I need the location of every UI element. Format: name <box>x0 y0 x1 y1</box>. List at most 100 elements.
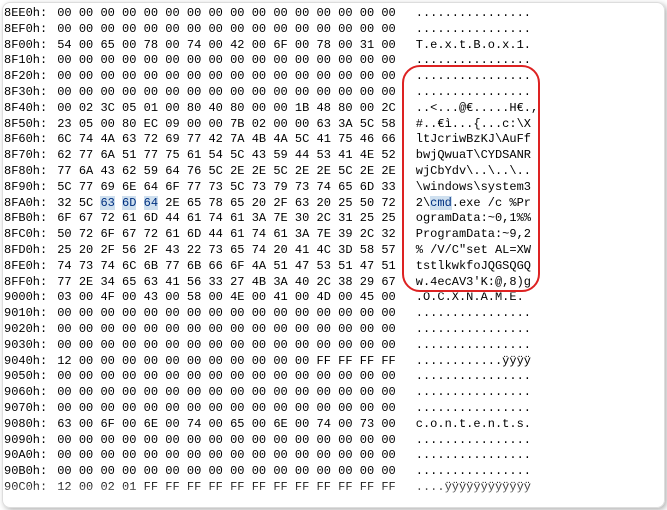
hex-dump-table: 8EE0h:00 00 00 00 00 00 00 00 00 00 00 0… <box>4 6 538 496</box>
ascii-cell[interactable]: ogramData:~0,1%% <box>408 211 538 227</box>
ascii-cell[interactable]: #..€ì...{...c:\X <box>408 117 538 133</box>
offset-cell: 8EF0h: <box>4 22 57 38</box>
ascii-cell[interactable]: bwjQwuaT\CYDSANR <box>408 148 538 164</box>
bytes-cell[interactable]: 50 72 6F 67 72 61 6D 44 61 74 61 3A 7E 3… <box>57 227 408 243</box>
bytes-cell[interactable]: 32 5C 63 6D 64 2E 65 78 65 20 2F 63 20 2… <box>57 196 408 212</box>
ascii-cell[interactable]: ................ <box>408 6 538 22</box>
bytes-cell[interactable]: 54 00 65 00 78 00 74 00 42 00 6F 00 78 0… <box>57 38 408 54</box>
ascii-cell[interactable]: ProgramData:~9,2 <box>408 227 538 243</box>
hex-row: 9030h:00 00 00 00 00 00 00 00 00 00 00 0… <box>4 338 538 354</box>
bytes-cell[interactable]: 5C 77 69 6E 64 6F 77 73 5C 73 79 73 74 6… <box>57 180 408 196</box>
hex-row: 8FB0h:6F 67 72 61 6D 44 61 74 61 3A 7E 3… <box>4 211 538 227</box>
hex-row: 9090h:00 00 00 00 00 00 00 00 00 00 00 0… <box>4 433 538 449</box>
ascii-cell[interactable]: ................ <box>408 306 538 322</box>
bytes-cell[interactable]: 23 05 00 80 EC 09 00 00 7B 02 00 00 63 3… <box>57 117 408 133</box>
ascii-cell[interactable]: ..<...@€.....H€., <box>408 101 538 117</box>
offset-cell: 9010h: <box>4 306 57 322</box>
offset-cell: 8FE0h: <box>4 259 57 275</box>
offset-cell: 8EE0h: <box>4 6 57 22</box>
offset-cell: 8F10h: <box>4 53 57 69</box>
fade-right <box>637 0 667 510</box>
bytes-cell[interactable]: 00 00 00 00 00 00 00 00 00 00 00 00 00 0… <box>57 433 408 449</box>
ascii-cell[interactable]: ................ <box>408 22 538 38</box>
bytes-cell[interactable]: 6F 67 72 61 6D 44 61 74 61 3A 7E 30 2C 3… <box>57 211 408 227</box>
ascii-cell[interactable]: tstlkwkfoJQGSQGQ <box>408 259 538 275</box>
ascii-cell[interactable]: ................ <box>408 338 538 354</box>
hex-row: 9040h:12 00 00 00 00 00 00 00 00 00 00 0… <box>4 354 538 370</box>
hex-row: 9000h:03 00 4F 00 43 00 58 00 4E 00 41 0… <box>4 290 538 306</box>
bytes-cell[interactable]: 00 00 00 00 00 00 00 00 00 00 00 00 00 0… <box>57 369 408 385</box>
ascii-cell[interactable]: ................ <box>408 448 538 464</box>
bytes-cell[interactable]: 00 00 00 00 00 00 00 00 00 00 00 00 00 0… <box>57 6 408 22</box>
ascii-cell[interactable]: w.4ecAV3'K:@,8)g <box>408 275 538 291</box>
ascii-cell[interactable]: ................ <box>408 69 538 85</box>
bytes-cell[interactable]: 25 20 2F 56 2F 43 22 73 65 74 20 41 4C 3… <box>57 243 408 259</box>
hex-row: 8EF0h:00 00 00 00 00 00 00 00 00 00 00 0… <box>4 22 538 38</box>
offset-cell: 90B0h: <box>4 464 57 480</box>
hex-row: 8F20h:00 00 00 00 00 00 00 00 00 00 00 0… <box>4 69 538 85</box>
bytes-cell[interactable]: 00 00 00 00 00 00 00 00 00 00 00 00 00 0… <box>57 322 408 338</box>
hex-row: 8F40h:00 02 3C 05 01 00 80 40 80 00 00 1… <box>4 101 538 117</box>
bytes-cell[interactable]: 00 00 00 00 00 00 00 00 00 00 00 00 00 0… <box>57 69 408 85</box>
ascii-cell[interactable]: ................ <box>408 464 538 480</box>
ascii-cell[interactable]: ................ <box>408 401 538 417</box>
offset-cell: 8FC0h: <box>4 227 57 243</box>
ascii-cell[interactable]: % /V/C"set AL=XW <box>408 243 538 259</box>
offset-cell: 8F90h: <box>4 180 57 196</box>
bytes-cell[interactable]: 00 00 00 00 00 00 00 00 00 00 00 00 00 0… <box>57 306 408 322</box>
hex-row: 8F60h:6C 74 4A 63 72 69 77 42 7A 4B 4A 5… <box>4 132 538 148</box>
ascii-cell[interactable]: \windows\system3 <box>408 180 538 196</box>
offset-cell: 9020h: <box>4 322 57 338</box>
bytes-cell[interactable]: 00 02 3C 05 01 00 80 40 80 00 00 1B 48 8… <box>57 101 408 117</box>
ascii-cell[interactable]: 2\cmd.exe /c %Pr <box>408 196 538 212</box>
hex-row: 8F90h:5C 77 69 6E 64 6F 77 73 5C 73 79 7… <box>4 180 538 196</box>
hex-row: 8F70h:62 77 6A 51 77 75 61 54 5C 43 59 4… <box>4 148 538 164</box>
hex-row: 9070h:00 00 00 00 00 00 00 00 00 00 00 0… <box>4 401 538 417</box>
bytes-cell[interactable]: 77 2E 34 65 63 41 56 33 27 4B 3A 40 2C 3… <box>57 275 408 291</box>
bytes-cell[interactable]: 12 00 00 00 00 00 00 00 00 00 00 00 FF F… <box>57 354 408 370</box>
bytes-cell[interactable]: 00 00 00 00 00 00 00 00 00 00 00 00 00 0… <box>57 385 408 401</box>
offset-cell: 9030h: <box>4 338 57 354</box>
bytes-cell[interactable]: 00 00 00 00 00 00 00 00 00 00 00 00 00 0… <box>57 448 408 464</box>
offset-cell: 8F70h: <box>4 148 57 164</box>
bytes-cell[interactable]: 00 00 00 00 00 00 00 00 00 00 00 00 00 0… <box>57 53 408 69</box>
ascii-cell[interactable]: c.o.n.t.e.n.t.s. <box>408 417 538 433</box>
bytes-cell[interactable]: 00 00 00 00 00 00 00 00 00 00 00 00 00 0… <box>57 22 408 38</box>
bytes-cell[interactable]: 03 00 4F 00 43 00 58 00 4E 00 41 00 4D 0… <box>57 290 408 306</box>
bytes-cell[interactable]: 77 6A 43 62 59 64 76 5C 2E 2E 5C 2E 2E 5… <box>57 164 408 180</box>
hex-row: 8FE0h:74 73 74 6C 6B 77 6B 66 6F 4A 51 4… <box>4 259 538 275</box>
hex-row: 90C0h:12 00 02 01 FF FF FF FF FF FF FF F… <box>4 480 538 496</box>
ascii-cell[interactable]: ................ <box>408 322 538 338</box>
bytes-cell[interactable]: 00 00 00 00 00 00 00 00 00 00 00 00 00 0… <box>57 85 408 101</box>
ascii-cell[interactable]: ltJcriwBzKJ\AuFf <box>408 132 538 148</box>
ascii-cell[interactable]: ............ÿÿÿÿ <box>408 354 538 370</box>
ascii-cell[interactable]: ................ <box>408 85 538 101</box>
ascii-cell[interactable]: ................ <box>408 433 538 449</box>
ascii-cell[interactable]: ................ <box>408 53 538 69</box>
bytes-cell[interactable]: 6C 74 4A 63 72 69 77 42 7A 4B 4A 5C 41 7… <box>57 132 408 148</box>
offset-cell: 8F40h: <box>4 101 57 117</box>
ascii-cell[interactable]: .O.C.X.N.A.M.E. <box>408 290 538 306</box>
bytes-cell[interactable]: 00 00 00 00 00 00 00 00 00 00 00 00 00 0… <box>57 401 408 417</box>
ascii-cell[interactable]: ................ <box>408 385 538 401</box>
bytes-cell[interactable]: 12 00 02 01 FF FF FF FF FF FF FF FF FF F… <box>57 480 408 496</box>
ascii-cell[interactable]: wjCbYdv\..\..\.. <box>408 164 538 180</box>
hex-row: 8FF0h:77 2E 34 65 63 41 56 33 27 4B 3A 4… <box>4 275 538 291</box>
hex-row: 9060h:00 00 00 00 00 00 00 00 00 00 00 0… <box>4 385 538 401</box>
bytes-cell[interactable]: 74 73 74 6C 6B 77 6B 66 6F 4A 51 47 53 5… <box>57 259 408 275</box>
bytes-cell[interactable]: 00 00 00 00 00 00 00 00 00 00 00 00 00 0… <box>57 464 408 480</box>
offset-cell: 9080h: <box>4 417 57 433</box>
offset-cell: 9000h: <box>4 290 57 306</box>
bytes-cell[interactable]: 62 77 6A 51 77 75 61 54 5C 43 59 44 53 4… <box>57 148 408 164</box>
ascii-cell[interactable]: T.e.x.t.B.o.x.1. <box>408 38 538 54</box>
hex-row: 90B0h:00 00 00 00 00 00 00 00 00 00 00 0… <box>4 464 538 480</box>
offset-cell: 8F30h: <box>4 85 57 101</box>
offset-cell: 90A0h: <box>4 448 57 464</box>
bytes-cell[interactable]: 63 00 6F 00 6E 00 74 00 65 00 6E 00 74 0… <box>57 417 408 433</box>
offset-cell: 8FA0h: <box>4 196 57 212</box>
hex-row: 9080h:63 00 6F 00 6E 00 74 00 65 00 6E 0… <box>4 417 538 433</box>
bytes-cell[interactable]: 00 00 00 00 00 00 00 00 00 00 00 00 00 0… <box>57 338 408 354</box>
ascii-cell[interactable]: ....ÿÿÿÿÿÿÿÿÿÿÿÿ <box>408 480 538 496</box>
offset-cell: 8F60h: <box>4 132 57 148</box>
ascii-cell[interactable]: ................ <box>408 369 538 385</box>
